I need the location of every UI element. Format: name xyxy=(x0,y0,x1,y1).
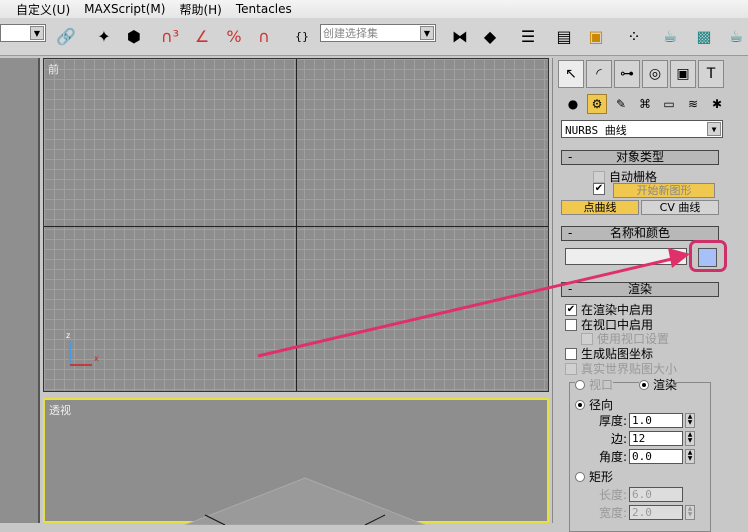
real-world-map-size-checkbox[interactable]: 真实世界贴图大小 xyxy=(565,360,677,377)
create-tab-icon[interactable]: ↖ xyxy=(558,60,584,88)
viewport-radio[interactable]: 视口 xyxy=(575,376,614,393)
perspective-viewport-label[interactable]: 透视 xyxy=(49,402,71,418)
menu-help[interactable]: 帮助(H) xyxy=(179,1,221,18)
motion-tab-icon[interactable]: ◎ xyxy=(642,60,668,88)
radial-radio-label: 径向 xyxy=(589,398,614,412)
hierarchy-icon[interactable]: ✦ xyxy=(92,24,116,48)
start-new-shape-button[interactable]: 开始新图形 xyxy=(613,183,715,198)
angle-spinner[interactable]: 角度: 0.0 ▲ ▼ xyxy=(569,448,695,465)
render-frame-icon[interactable]: ▩ xyxy=(692,24,716,48)
renderer-radio[interactable]: 渲染 xyxy=(639,376,678,393)
object-category-value: NURBS 曲线 xyxy=(565,124,627,137)
name-color-rollout[interactable]: - 名称和颜色 xyxy=(561,226,719,241)
render-box-icon[interactable]: ⬢ xyxy=(122,24,146,48)
thickness-input[interactable]: 1.0 xyxy=(629,413,683,428)
thickness-label: 厚度: xyxy=(598,414,627,428)
align-icon[interactable]: ◆ xyxy=(478,24,502,48)
quick-render-icon[interactable]: ☕ xyxy=(724,24,748,48)
perspective-grid xyxy=(184,477,426,525)
named-selection-icon[interactable]: {} xyxy=(290,24,314,48)
geometry-icon[interactable]: ● xyxy=(563,94,583,114)
object-category-dropdown[interactable]: NURBS 曲线 ▼ xyxy=(561,120,723,138)
cameras-icon[interactable]: ⌘ xyxy=(635,94,655,114)
material-editor-icon[interactable]: ⁘ xyxy=(622,24,646,48)
spacewarps-icon[interactable]: ≋ xyxy=(683,94,703,114)
rectangular-radio-label: 矩形 xyxy=(589,470,614,484)
sides-spinner[interactable]: 边: 12 ▲ ▼ xyxy=(569,430,695,447)
sides-label: 边: xyxy=(610,432,627,446)
lights-icon[interactable]: ✎ xyxy=(611,94,631,114)
highlight-box xyxy=(689,240,727,272)
main-toolbar: ▼ 🔗 ✦ ⬢ ∩³ ∠ % ∩ {} 创建选择集 ▼ ⧓ ◆ ☰ ▤ ▣ ⁘ ☕… xyxy=(0,18,748,56)
rectangular-radio[interactable]: 矩形 xyxy=(575,468,613,485)
start-new-shape-checkbox[interactable]: ✔ xyxy=(593,183,605,195)
shapes-icon[interactable]: ⚙ xyxy=(587,94,607,114)
layers-icon[interactable]: ☰ xyxy=(516,24,540,48)
cv-curve-button[interactable]: CV 曲线 xyxy=(641,200,719,215)
front-viewport[interactable]: 前 zx xyxy=(43,58,549,392)
angle-snap-icon[interactable]: ∠ xyxy=(190,24,214,48)
rendering-title: 渲染 xyxy=(627,282,652,296)
snap-3d-icon[interactable]: ∩³ xyxy=(158,24,182,48)
curve-editor-icon[interactable]: ▤ xyxy=(552,24,576,48)
svg-text:z: z xyxy=(66,331,70,340)
utilities-tab-icon[interactable]: T xyxy=(698,60,724,88)
radial-radio[interactable]: 径向 xyxy=(575,396,613,413)
thickness-spinner[interactable]: 厚度: 1.0 ▲ ▼ xyxy=(569,412,695,429)
grid-axis-vertical xyxy=(296,59,297,391)
schematic-view-icon[interactable]: ▣ xyxy=(584,24,608,48)
named-selection-dropdown[interactable]: 创建选择集 ▼ xyxy=(320,24,436,42)
menu-tentacles[interactable]: Tentacles xyxy=(236,2,292,16)
width-spinner[interactable]: 宽度: 2.0 ▲ ▼ xyxy=(569,504,695,521)
length-spinner[interactable]: 长度: 6.0 xyxy=(569,486,683,503)
hierarchy-tab-icon[interactable]: ⊶ xyxy=(614,60,640,88)
command-panel: ↖ ◜ ⊶ ◎ ▣ T ● ⚙ ✎ ⌘ ▭ ≋ ✱ NURBS 曲线 ▼ - 对象类… xyxy=(552,58,748,532)
systems-icon[interactable]: ✱ xyxy=(707,94,727,114)
rendering-rollout[interactable]: - 渲染 xyxy=(561,282,719,297)
length-label: 长度: xyxy=(598,488,627,502)
modify-tab-icon[interactable]: ◜ xyxy=(586,60,612,88)
sides-input[interactable]: 12 xyxy=(629,431,683,446)
point-curve-button[interactable]: 点曲线 xyxy=(561,200,639,215)
renderer-radio-label: 渲染 xyxy=(653,378,678,392)
object-type-title: 对象类型 xyxy=(615,150,664,164)
object-type-rollout[interactable]: - 对象类型 xyxy=(561,150,719,165)
menu-bar: 自定义(U) MAXScript(M) 帮助(H) Tentacles xyxy=(0,0,748,18)
width-input[interactable]: 2.0 xyxy=(629,505,683,520)
viewport-radio-label: 视口 xyxy=(589,378,614,392)
front-viewport-label[interactable]: 前 xyxy=(48,61,59,77)
helpers-icon[interactable]: ▭ xyxy=(659,94,679,114)
axis-tripod-icon: zx xyxy=(66,331,99,366)
selection-filter-dropdown[interactable]: ▼ xyxy=(0,24,46,42)
svg-text:x: x xyxy=(94,354,99,363)
spinner-snap-icon[interactable]: ∩ xyxy=(252,24,276,48)
menu-customize[interactable]: 自定义(U) xyxy=(16,1,70,18)
render-setup-icon[interactable]: ☕ xyxy=(658,24,682,48)
angle-input[interactable]: 0.0 xyxy=(629,449,683,464)
display-tab-icon[interactable]: ▣ xyxy=(670,60,696,88)
length-input[interactable]: 6.0 xyxy=(629,487,683,502)
name-color-title: 名称和颜色 xyxy=(609,226,670,240)
real-world-map-size-label: 真实世界贴图大小 xyxy=(581,362,678,376)
perspective-viewport[interactable]: 透视 xyxy=(43,398,549,525)
angle-label: 角度: xyxy=(598,450,627,464)
left-viewport-strip xyxy=(0,58,40,523)
percent-snap-icon[interactable]: % xyxy=(222,24,246,48)
object-name-input[interactable] xyxy=(565,248,687,265)
menu-maxscript[interactable]: MAXScript(M) xyxy=(84,2,165,16)
mirror-icon[interactable]: ⧓ xyxy=(448,24,472,48)
bind-icon[interactable]: 🔗 xyxy=(54,24,78,48)
selection-set-placeholder: 创建选择集 xyxy=(323,27,378,40)
width-label: 宽度: xyxy=(598,506,627,520)
